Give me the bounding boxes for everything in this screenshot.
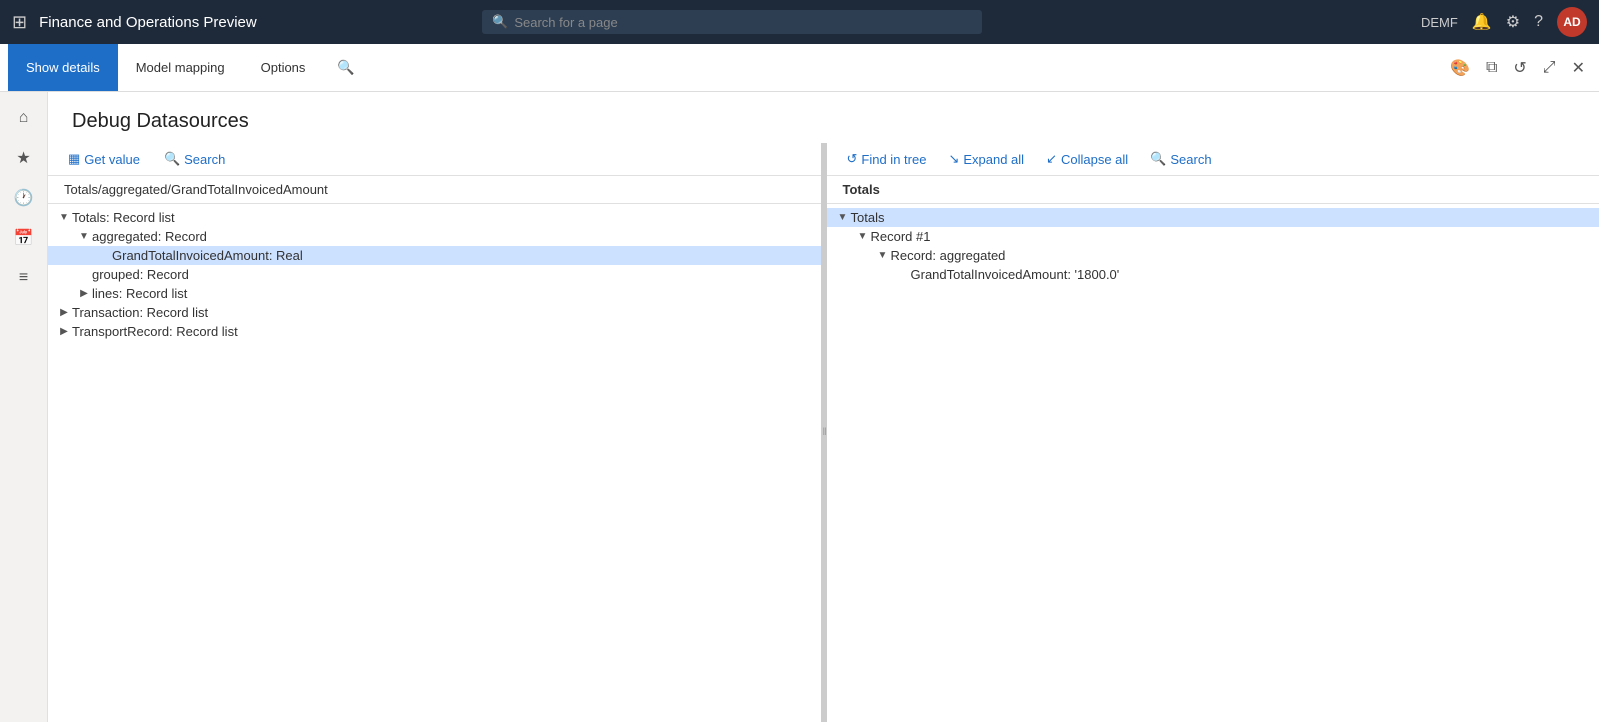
- page-title: Debug Datasources: [48, 92, 1599, 143]
- topbar-right: DEMF 🔔 ⚙ ? AD: [1421, 7, 1587, 37]
- toggle-icon: ▼: [76, 231, 92, 242]
- tab-show-details[interactable]: Show details: [8, 44, 118, 91]
- notification-icon[interactable]: 🔔: [1472, 12, 1492, 32]
- get-value-icon: ▦: [68, 151, 80, 167]
- tree-row[interactable]: GrandTotalInvoicedAmount: '1800.0': [827, 265, 1599, 284]
- tree-row[interactable]: GrandTotalInvoicedAmount: Real: [48, 246, 821, 265]
- tree-node-label: grouped: Record: [92, 267, 189, 282]
- tree-node-label: Transaction: Record list: [72, 305, 208, 320]
- toggle-icon: ▶: [76, 288, 92, 299]
- sidebar-item-recent[interactable]: 🕐: [6, 180, 42, 216]
- tab-options[interactable]: Options: [243, 44, 324, 91]
- tree-row[interactable]: ▼ Totals: Record list: [48, 208, 821, 227]
- right-search-button[interactable]: 🔍 Search: [1146, 149, 1215, 169]
- content-area: Debug Datasources ▦ Get value 🔍 Search T…: [48, 92, 1599, 722]
- tree-row[interactable]: ▶ lines: Record list: [48, 284, 821, 303]
- sidebar-item-list[interactable]: ≡: [6, 260, 42, 296]
- find-tree-button[interactable]: ↺ Find in tree: [843, 149, 931, 169]
- settings-icon[interactable]: ⚙: [1506, 12, 1520, 32]
- tree-row[interactable]: ▶ Transaction: Record list: [48, 303, 821, 322]
- get-value-button[interactable]: ▦ Get value: [64, 149, 144, 169]
- topbar: ⊞ Finance and Operations Preview 🔍 DEMF …: [0, 0, 1599, 44]
- window-icon-btn[interactable]: ⧉: [1480, 55, 1503, 81]
- tree-row[interactable]: ▼ Record: aggregated: [827, 246, 1599, 265]
- global-search[interactable]: 🔍: [482, 10, 982, 34]
- tree-row[interactable]: ▶ TransportRecord: Record list: [48, 322, 821, 341]
- left-search-label: Search: [184, 152, 225, 167]
- left-pane-toolbar: ▦ Get value 🔍 Search: [48, 143, 821, 176]
- sidebar-item-calendar[interactable]: 📅: [6, 220, 42, 256]
- popout-icon-btn[interactable]: ⤢: [1537, 55, 1562, 81]
- find-tree-label: Find in tree: [861, 152, 926, 167]
- tab-model-mapping[interactable]: Model mapping: [118, 44, 243, 91]
- tree-node-label: Totals: Record list: [72, 210, 175, 225]
- find-tree-icon: ↺: [847, 151, 858, 167]
- search-input[interactable]: [514, 15, 972, 30]
- right-pane-toolbar: ↺ Find in tree ↘ Expand all ↙ Collapse a…: [827, 143, 1599, 176]
- app-title: Finance and Operations Preview: [39, 14, 257, 31]
- split-pane: ▦ Get value 🔍 Search Totals/aggregated/G…: [48, 143, 1599, 722]
- grid-icon[interactable]: ⊞: [12, 12, 27, 33]
- toggle-icon: ▶: [56, 307, 72, 318]
- toggle-icon: ▼: [855, 231, 871, 242]
- sidebar: ⌂ ★ 🕐 📅 ≡: [0, 92, 48, 722]
- main-layout: ⌂ ★ 🕐 📅 ≡ Debug Datasources ▦ Get value …: [0, 92, 1599, 722]
- toolbar-right-icons: 🎨 ⧉ ↺ ⤢ ✕: [1444, 54, 1599, 82]
- toggle-icon: ▶: [56, 326, 72, 337]
- toolbar-search-icon[interactable]: 🔍: [331, 59, 360, 76]
- help-icon[interactable]: ?: [1534, 13, 1543, 31]
- expand-all-label: Expand all: [963, 152, 1024, 167]
- avatar[interactable]: AD: [1557, 7, 1587, 37]
- right-pane: ↺ Find in tree ↘ Expand all ↙ Collapse a…: [827, 143, 1599, 722]
- left-search-button[interactable]: 🔍 Search: [160, 149, 229, 169]
- toggle-icon: ▼: [56, 212, 72, 223]
- sidebar-item-home[interactable]: ⌂: [6, 100, 42, 136]
- left-pane: ▦ Get value 🔍 Search Totals/aggregated/G…: [48, 143, 823, 722]
- tree-node-label: aggregated: Record: [92, 229, 207, 244]
- tree-row[interactable]: ▼ Record #1: [827, 227, 1599, 246]
- palette-icon-btn[interactable]: 🎨: [1444, 54, 1476, 82]
- close-icon-btn[interactable]: ✕: [1566, 54, 1591, 82]
- tree-node-label: GrandTotalInvoicedAmount: '1800.0': [911, 267, 1120, 282]
- toggle-icon: ▼: [875, 250, 891, 261]
- get-value-label: Get value: [84, 152, 140, 167]
- right-search-icon: 🔍: [1150, 151, 1166, 167]
- user-label: DEMF: [1421, 15, 1458, 30]
- expand-all-icon: ↘: [948, 151, 959, 167]
- right-tree-container[interactable]: ▼ Totals ▼ Record #1 ▼ Record: aggregate…: [827, 204, 1599, 722]
- tree-row[interactable]: grouped: Record: [48, 265, 821, 284]
- collapse-all-icon: ↙: [1046, 151, 1057, 167]
- path-bar: Totals/aggregated/GrandTotalInvoicedAmou…: [48, 176, 821, 204]
- tree-node-label: lines: Record list: [92, 286, 187, 301]
- toggle-icon: ▼: [835, 212, 851, 223]
- right-search-label: Search: [1170, 152, 1211, 167]
- search-icon: 🔍: [492, 14, 508, 30]
- tree-node-label: Record #1: [871, 229, 931, 244]
- expand-all-button[interactable]: ↘ Expand all: [944, 149, 1028, 169]
- secondary-toolbar: Show details Model mapping Options 🔍 🎨 ⧉…: [0, 44, 1599, 92]
- refresh-icon-btn[interactable]: ↺: [1507, 54, 1532, 82]
- right-root-label: Totals: [827, 176, 1599, 204]
- path-value: Totals/aggregated/GrandTotalInvoicedAmou…: [64, 182, 328, 197]
- tree-row[interactable]: ▼ Totals: [827, 208, 1599, 227]
- tree-node-label: GrandTotalInvoicedAmount: Real: [112, 248, 303, 263]
- tree-node-label: Totals: [851, 210, 885, 225]
- tree-row[interactable]: ▼ aggregated: Record: [48, 227, 821, 246]
- collapse-all-button[interactable]: ↙ Collapse all: [1042, 149, 1132, 169]
- tree-node-label: Record: aggregated: [891, 248, 1006, 263]
- left-search-icon: 🔍: [164, 151, 180, 167]
- tree-node-label: TransportRecord: Record list: [72, 324, 238, 339]
- collapse-all-label: Collapse all: [1061, 152, 1128, 167]
- sidebar-item-favorites[interactable]: ★: [6, 140, 42, 176]
- left-tree-container[interactable]: ▼ Totals: Record list ▼ aggregated: Reco…: [48, 204, 821, 722]
